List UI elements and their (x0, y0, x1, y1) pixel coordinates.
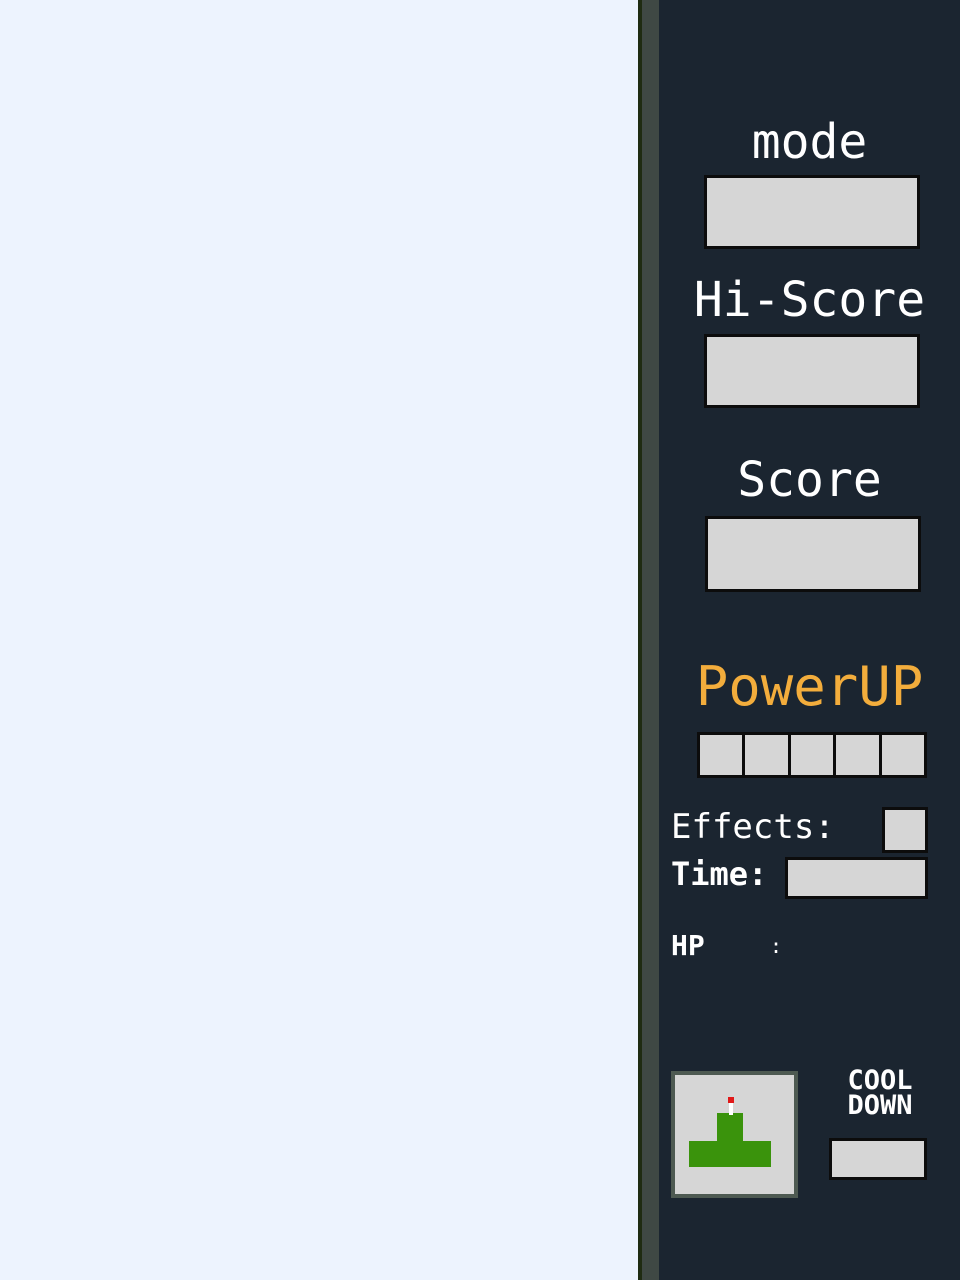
powerup-slot[interactable] (742, 732, 791, 778)
cooldown-value-box (829, 1138, 927, 1180)
hiscore-label: Hi-Score (693, 272, 926, 328)
time-label: Time: (671, 855, 768, 893)
panel-border (642, 0, 659, 1280)
powerup-slot[interactable] (878, 732, 928, 778)
score-value-box (705, 516, 921, 592)
time-value-box (785, 857, 928, 899)
selected-unit-button[interactable] (671, 1071, 798, 1198)
turret-barrel (729, 1103, 733, 1115)
hp-separator: : (770, 934, 783, 958)
mode-value-box (704, 175, 920, 249)
powerup-slot[interactable] (833, 732, 882, 778)
cooldown-label: COOL DOWN (847, 1065, 913, 1121)
score-label: Score (737, 452, 882, 508)
turret-base (689, 1141, 771, 1167)
powerup-slots (697, 732, 928, 778)
hiscore-value-box (704, 334, 920, 408)
powerup-slot[interactable] (787, 732, 837, 778)
effects-label: Effects: (671, 807, 835, 847)
game-playfield[interactable] (0, 0, 638, 1280)
mode-label: mode (751, 114, 868, 170)
powerup-slot[interactable] (697, 732, 746, 778)
turret-neck (717, 1113, 743, 1143)
hp-label: HP (671, 929, 705, 962)
turret-tip (728, 1097, 734, 1103)
powerup-label: PowerUP (695, 655, 924, 718)
effects-value-box (882, 807, 928, 853)
